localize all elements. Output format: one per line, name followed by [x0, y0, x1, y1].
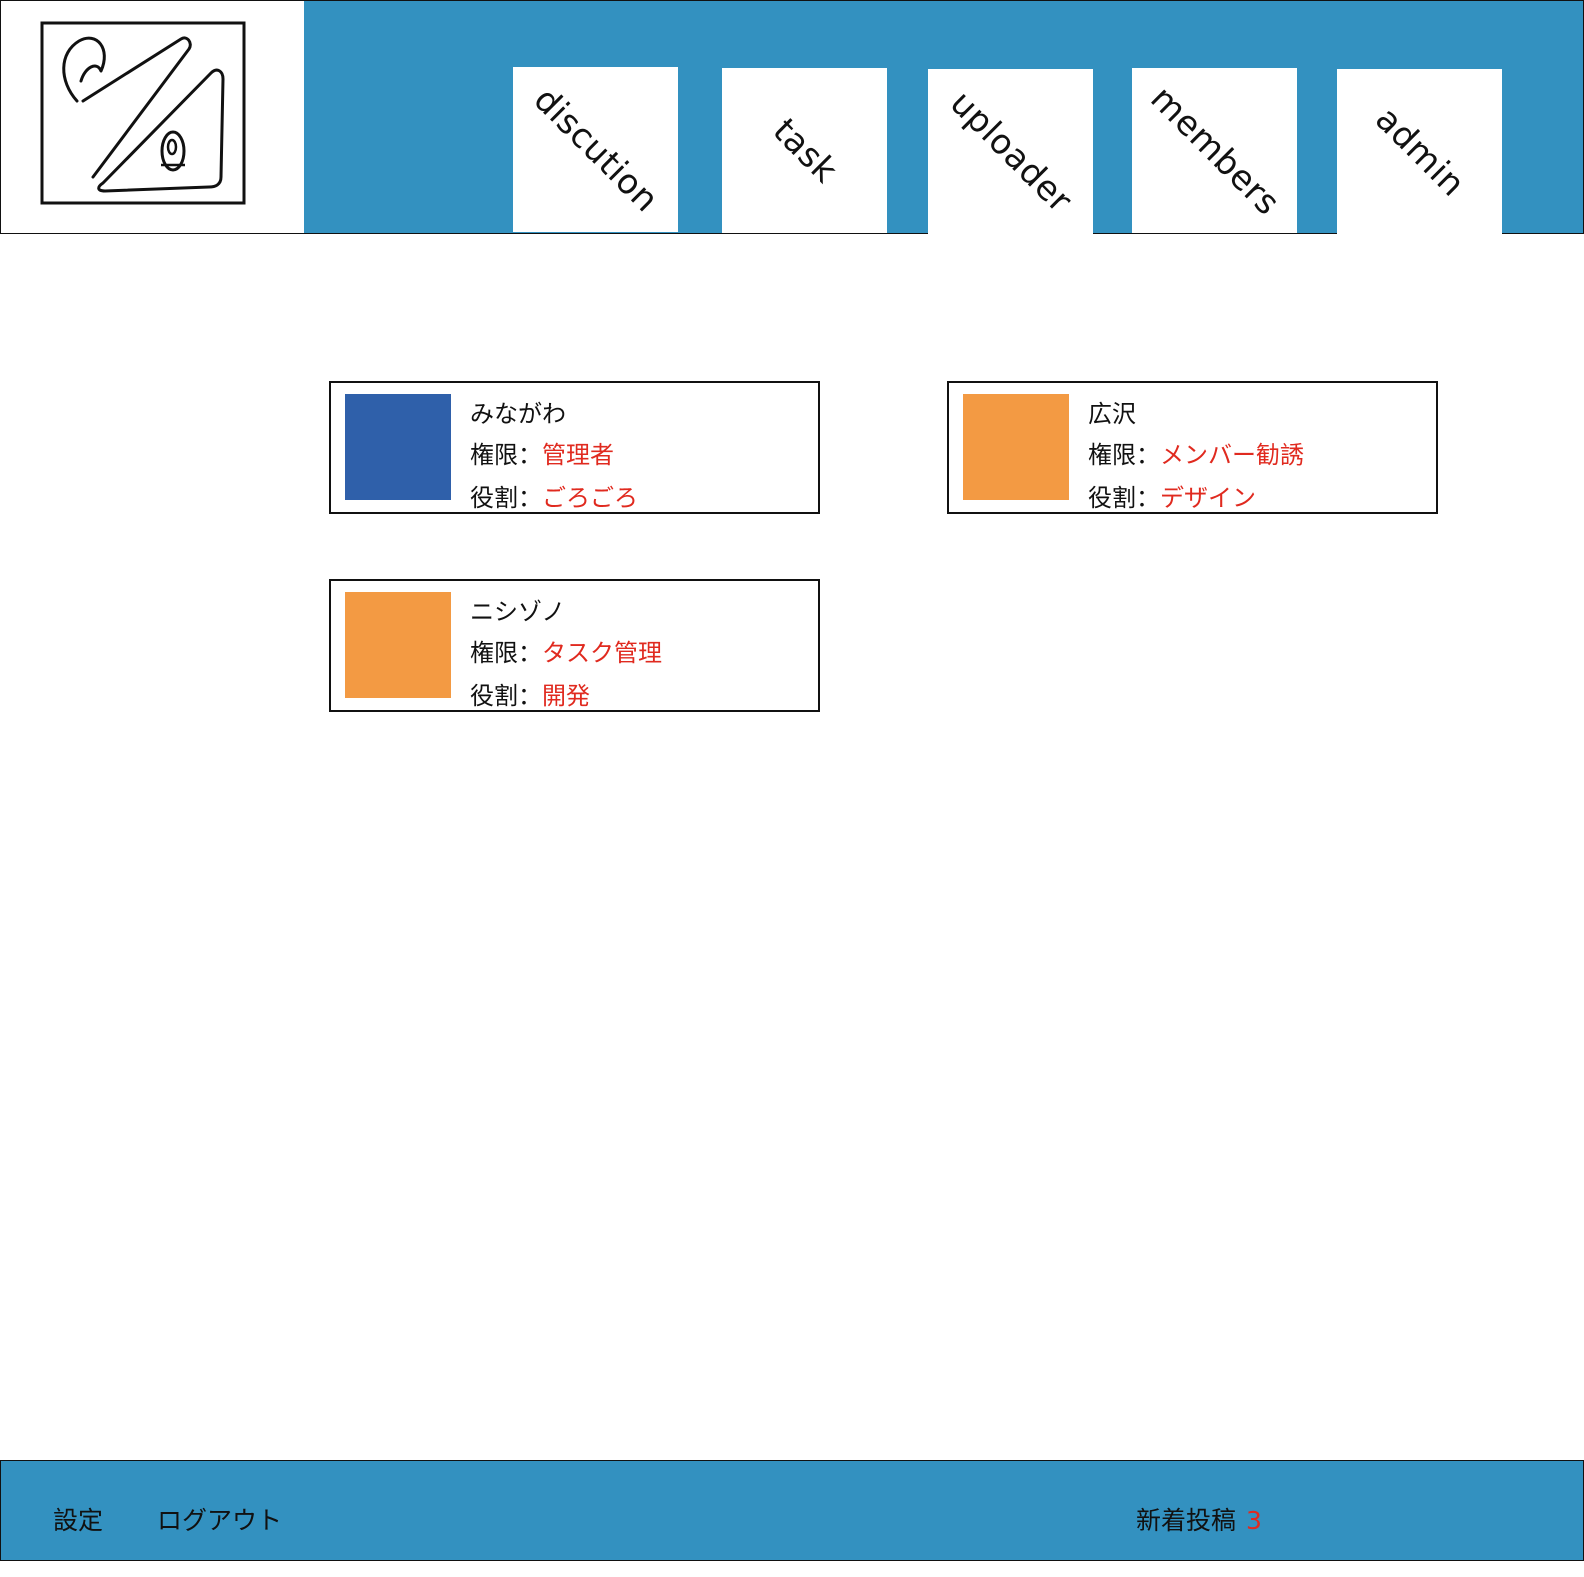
role-label: 役割： [470, 484, 542, 512]
logo-icon [40, 21, 246, 205]
page: discution task uploader members admin みな… [0, 0, 1584, 1577]
member-avatar [345, 394, 451, 500]
tab-task[interactable]: task [722, 68, 887, 233]
authority-label: 権限： [470, 441, 542, 469]
member-name: 広沢 [1088, 400, 1136, 428]
footer-bar: 設定 ログアウト 新着投稿 3 [0, 1460, 1584, 1561]
role-value: 開発 [542, 682, 590, 710]
new-posts-indicator[interactable]: 新着投稿 3 [1136, 1501, 1262, 1537]
authority-value: タスク管理 [542, 639, 662, 667]
authority-label: 権限： [470, 639, 542, 667]
member-card[interactable]: 広沢 権限：メンバー勧誘 役割：デザイン [947, 381, 1438, 514]
tab-members[interactable]: members [1132, 68, 1297, 233]
member-role: 役割：デザイン [1088, 478, 1256, 513]
role-value: デザイン [1160, 484, 1256, 512]
member-card[interactable]: ニシゾノ 権限：タスク管理 役割：開発 [329, 579, 820, 712]
member-card[interactable]: みながわ 権限：管理者 役割：ごろごろ [329, 381, 820, 514]
header-bar: discution task uploader members admin [0, 0, 1584, 234]
tab-uploader[interactable]: uploader [928, 69, 1093, 234]
member-role: 役割：ごろごろ [470, 478, 638, 513]
tab-admin[interactable]: admin [1337, 69, 1502, 234]
member-name: ニシゾノ [470, 598, 566, 626]
new-posts-label: 新着投稿 [1136, 1506, 1237, 1535]
role-label: 役割： [1088, 484, 1160, 512]
new-posts-count: 3 [1246, 1506, 1262, 1535]
member-role: 役割：開発 [470, 676, 590, 711]
tab-label: uploader [941, 82, 1080, 221]
tab-label: admin [1366, 98, 1473, 205]
tab-label: discution [525, 79, 666, 220]
authority-value: メンバー勧誘 [1160, 441, 1304, 469]
tab-label: task [764, 110, 845, 191]
role-label: 役割： [470, 682, 542, 710]
tab-label: members [1142, 78, 1287, 223]
authority-label: 権限： [1088, 441, 1160, 469]
member-authority: 権限：メンバー勧誘 [1088, 435, 1304, 470]
authority-value: 管理者 [542, 441, 614, 469]
role-value: ごろごろ [542, 484, 638, 512]
settings-link[interactable]: 設定 [53, 1501, 103, 1537]
member-name: みながわ [470, 400, 566, 428]
member-avatar [963, 394, 1069, 500]
member-authority: 権限：管理者 [470, 435, 614, 470]
member-authority: 権限：タスク管理 [470, 633, 662, 668]
logo[interactable] [1, 1, 304, 233]
tab-discution[interactable]: discution [513, 67, 678, 232]
member-avatar [345, 592, 451, 698]
logout-link[interactable]: ログアウト [157, 1501, 282, 1537]
